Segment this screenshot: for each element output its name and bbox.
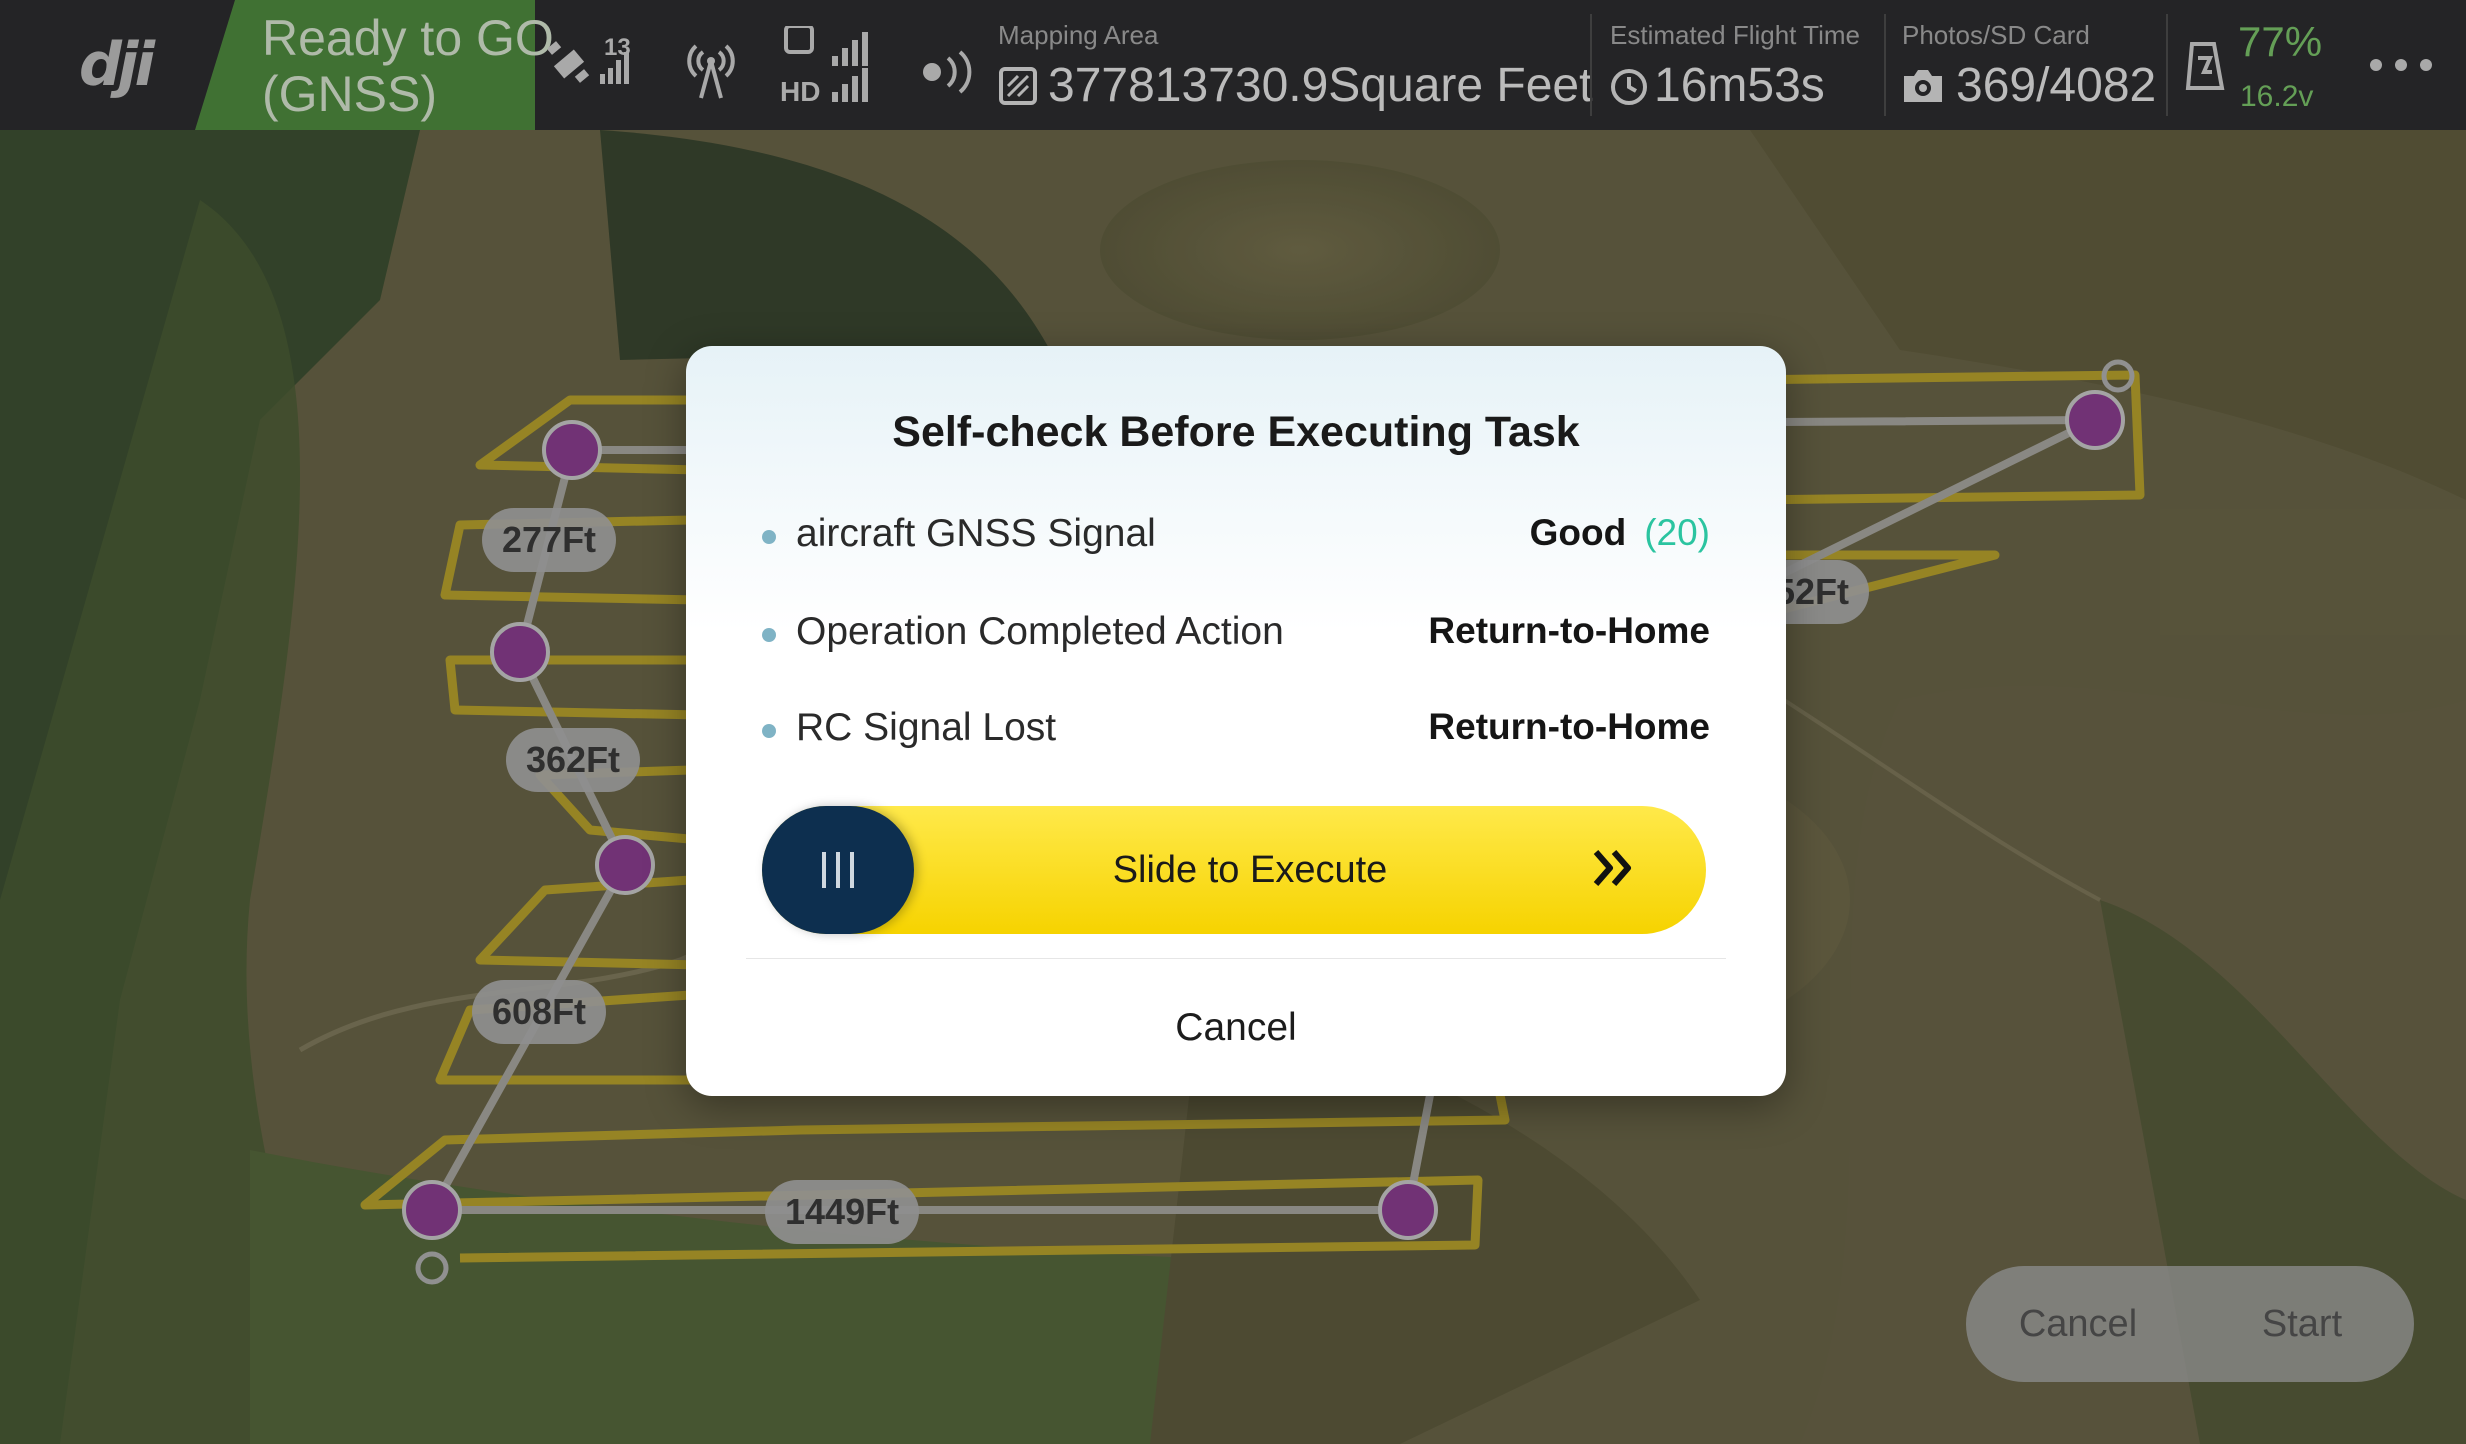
gnss-satellite-count: (20) — [1644, 512, 1710, 553]
gnss-status: Good — [1529, 512, 1627, 553]
bullet-icon — [762, 628, 776, 642]
dialog-divider — [746, 958, 1726, 959]
check-value: Good (20) — [1530, 512, 1710, 554]
check-label: aircraft GNSS Signal — [796, 512, 1156, 555]
slider-handle[interactable] — [762, 806, 914, 934]
check-row-completed-action: Operation Completed Action Return-to-Hom… — [762, 604, 1710, 664]
check-row-rc-lost: RC Signal Lost Return-to-Home — [762, 700, 1710, 760]
dialog-title: Self-check Before Executing Task — [892, 408, 1580, 456]
check-value: Return-to-Home — [1428, 706, 1710, 747]
check-value: Return-to-Home — [1428, 610, 1710, 651]
bullet-icon — [762, 724, 776, 738]
check-label: RC Signal Lost — [796, 706, 1057, 749]
check-label: Operation Completed Action — [796, 610, 1284, 653]
slider-label: Slide to Execute — [1112, 849, 1388, 891]
dialog-cancel-button[interactable]: Cancel — [686, 1006, 1786, 1050]
bullet-icon — [762, 530, 776, 544]
double-chevron-right-icon — [1590, 844, 1636, 897]
check-row-gnss: aircraft GNSS Signal Good (20) — [762, 506, 1710, 566]
grip-icon — [822, 852, 854, 888]
slide-to-execute-track[interactable]: Slide to Execute — [762, 806, 1706, 934]
self-check-dialog: Self-check Before Executing Task aircraf… — [686, 346, 1786, 1096]
